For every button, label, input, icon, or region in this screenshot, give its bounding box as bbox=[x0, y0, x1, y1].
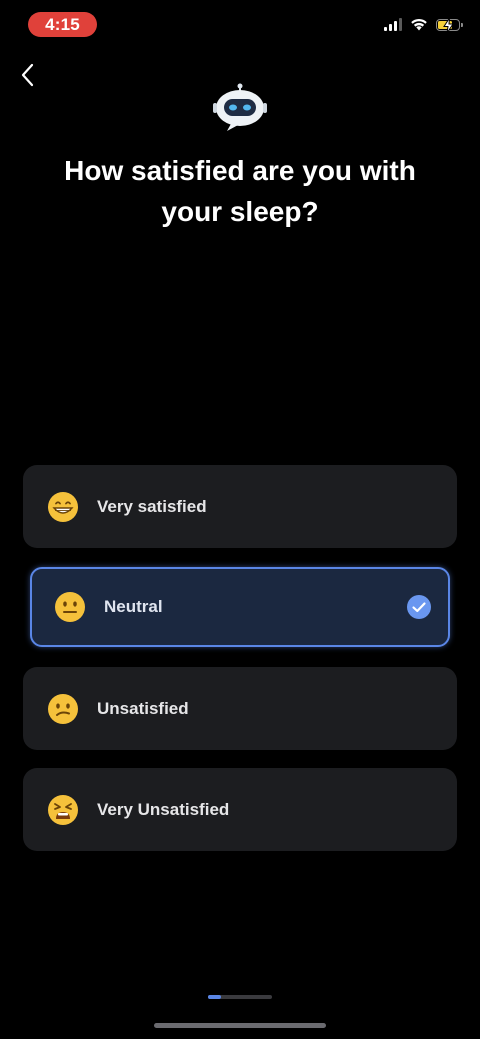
option-label: Very satisfied bbox=[97, 496, 207, 516]
option-label: Very Unsatisfied bbox=[97, 799, 230, 819]
tired-face-icon bbox=[48, 794, 78, 825]
option-label: Unsatisfied bbox=[97, 698, 189, 718]
battery-charging-icon bbox=[436, 17, 463, 33]
progress-fill bbox=[208, 995, 221, 999]
option-label: Neutral bbox=[104, 597, 163, 616]
checkmark-icon bbox=[407, 595, 431, 619]
question-title: How satisfied are you with your sleep? bbox=[64, 155, 416, 227]
status-icons bbox=[384, 17, 463, 33]
option-very-unsatisfied[interactable]: Very Unsatisfied bbox=[23, 768, 457, 851]
confused-face-icon bbox=[48, 693, 78, 724]
neutral-face-icon bbox=[55, 592, 85, 622]
grinning-face-icon bbox=[48, 491, 78, 522]
option-unsatisfied[interactable]: Unsatisfied bbox=[23, 667, 457, 750]
back-button[interactable] bbox=[14, 60, 40, 90]
option-very-satisfied[interactable]: Very satisfied bbox=[23, 465, 457, 548]
progress-bar bbox=[208, 995, 272, 999]
option-neutral[interactable]: Neutral bbox=[30, 567, 450, 647]
chevron-left-icon bbox=[21, 63, 34, 87]
home-indicator[interactable] bbox=[154, 1023, 326, 1028]
cellular-signal-icon bbox=[384, 18, 402, 31]
status-time: 4:15 bbox=[28, 12, 97, 37]
robot-icon bbox=[213, 83, 267, 131]
wifi-icon bbox=[411, 18, 427, 31]
